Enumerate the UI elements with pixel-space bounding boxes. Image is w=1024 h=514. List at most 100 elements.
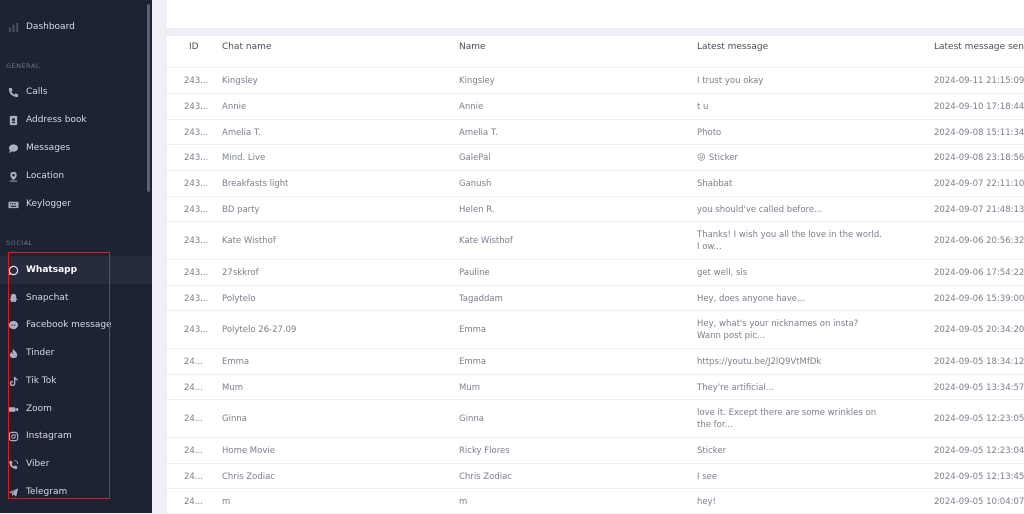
cell-latest-message: t u <box>697 102 709 112</box>
table-row[interactable]: 24... Emma Emma https://youtu.be/J2lQ9VtMfD… <box>167 348 1024 375</box>
cell-id: 243... <box>184 268 209 278</box>
cell-chat-name: 27skkrof <box>222 268 259 278</box>
top-panel <box>167 0 1024 28</box>
cell-chat-name: Mum <box>222 383 244 393</box>
table-row[interactable]: 24... Ginna Ginna love it. Except there are… <box>167 399 1024 438</box>
cell-chat-name: Home Movie <box>222 446 275 456</box>
sidebar-item-label: Tinder <box>26 348 55 358</box>
whatsapp-icon <box>8 265 19 276</box>
sidebar-item-snapchat[interactable]: Snapchat <box>0 284 152 312</box>
table-row[interactable]: 243... Polytelo 26-27.09 Emma Hey, what's y… <box>167 310 1024 349</box>
table-row[interactable]: 243... Breakfasts light Ganush Shabbat 2024-… <box>167 170 1024 197</box>
cell-chat-name: Emma <box>222 357 250 367</box>
cell-latest-message-sent: 2024-09-06 20:56:32 <box>934 236 1024 246</box>
cell-latest-message: Hey, what's your nicknames on insta? Wan… <box>697 319 859 341</box>
sidebar-item-whatsapp[interactable]: Whatsapp <box>0 256 152 284</box>
sidebar-item-address-book[interactable]: Address book <box>0 106 152 134</box>
cell-latest-message: Hey, does anyone have... <box>697 294 806 304</box>
cell-latest-message-sent: 2024-09-07 21:48:13 <box>934 205 1024 215</box>
sidebar-item-tik-tok[interactable]: Tik Tok <box>0 367 152 395</box>
sidebar-item-label: Tik Tok <box>26 376 57 386</box>
sidebar-item-label: Viber <box>26 459 50 469</box>
table-row[interactable]: 243... Kate Wisthof Kate Wisthof Thanks! I … <box>167 221 1024 260</box>
sidebar-item-label: Keylogger <box>26 199 71 209</box>
sidebar-item-keylogger[interactable]: Keylogger <box>0 190 152 218</box>
table-row[interactable]: 24... Mum Mum They're artificial... 2024-09-… <box>167 374 1024 400</box>
section-label-general: GENERAL <box>6 62 40 70</box>
cell-chat-name: Breakfasts light <box>222 179 289 189</box>
sidebar-item-instagram[interactable]: Instagram <box>0 422 152 450</box>
sidebar-item-label: Dashboard <box>26 22 75 32</box>
cell-name: Mum <box>459 383 481 393</box>
sidebar-item-messages[interactable]: Messages <box>0 134 152 162</box>
cell-id: 24... <box>184 383 203 393</box>
cell-latest-message: love it. Except there are some wrinkles … <box>697 408 877 430</box>
location-pin-icon <box>8 171 19 182</box>
cell-latest-message-sent: 2024-09-08 23:18:56 <box>934 153 1024 163</box>
cell-id: 24... <box>184 472 203 482</box>
cell-chat-name: Amelia T. <box>222 128 261 138</box>
table-row[interactable]: 24... m m hey! 2024-09-05 10:04:07 <box>167 488 1024 514</box>
sidebar-item-tinder[interactable]: Tinder <box>0 339 152 367</box>
sidebar-item-label: Telegram <box>26 487 68 497</box>
snapchat-icon <box>8 293 19 304</box>
cell-chat-name: m <box>222 497 231 507</box>
cell-name: Tagaddam <box>459 294 503 304</box>
viber-icon <box>8 459 19 470</box>
sidebar-item-dashboard[interactable]: Dashboard <box>0 13 152 41</box>
cell-name: Kate Wisthof <box>459 236 513 246</box>
column-header-chat-name[interactable]: Chat name <box>222 42 271 52</box>
chat-bubble-icon <box>8 143 19 154</box>
cell-chat-name: Ginna <box>222 414 247 424</box>
cell-chat-name: Polytelo 26-27.09 <box>222 325 297 335</box>
table-row[interactable]: 24... Chris Zodiac Chris Zodiac I see 2024-0… <box>167 463 1024 489</box>
cell-id: 243... <box>184 128 209 138</box>
messenger-icon <box>8 320 19 331</box>
sidebar-item-facebook-message[interactable]: Facebook message <box>0 311 152 339</box>
tinder-icon <box>8 348 19 359</box>
column-header-latest-message-sent[interactable]: Latest message sent <box>934 42 1024 52</box>
table-row[interactable]: 243... BD party Helen R. you should've call… <box>167 196 1024 222</box>
sidebar-item-calls[interactable]: Calls <box>0 78 152 106</box>
cell-latest-message-sent: 2024-09-07 22:11:10 <box>934 179 1024 189</box>
table-row[interactable]: 24... Home Movie Ricky Flores Sticker 2024-0… <box>167 437 1024 464</box>
table-row[interactable]: 243... Amelia T. Amelia T. Photo 2024-09-08 … <box>167 119 1024 145</box>
sidebar-item-zoom[interactable]: Zoom <box>0 395 152 423</box>
sidebar-item-location[interactable]: Location <box>0 162 152 190</box>
column-header-latest-message[interactable]: Latest message <box>697 42 768 52</box>
cell-latest-message-sent: 2024-09-10 17:18:44 <box>934 102 1024 112</box>
cell-id: 24... <box>184 446 203 456</box>
cell-name: Emma <box>459 325 487 335</box>
table-row[interactable]: 243... 27skkrof Pauline get well, sis 2024-0… <box>167 259 1024 286</box>
table-row[interactable]: 243... Polytelo Tagaddam Hey, does anyone h… <box>167 285 1024 311</box>
cell-latest-message-sent: 2024-09-05 12:23:05 <box>934 414 1024 424</box>
sidebar-item-label: Messages <box>26 143 71 153</box>
sidebar-item-viber[interactable]: Viber <box>0 450 152 478</box>
cell-id: 24... <box>184 497 203 507</box>
cell-id: 24... <box>184 357 203 367</box>
keyboard-icon <box>8 199 19 210</box>
table-row[interactable]: 243... Mind. Live GalePal 😜 Sticker 2024-09-0… <box>167 144 1024 171</box>
sidebar-item-telegram[interactable]: Telegram <box>0 478 152 506</box>
table-row[interactable]: 243... Kingsley Kingsley I trust you okay 20… <box>167 67 1024 94</box>
sidebar-item-label: Snapchat <box>26 293 69 303</box>
sidebar-item-label: Address book <box>26 115 87 125</box>
cell-latest-message: They're artificial... <box>697 383 774 393</box>
sidebar: Dashboard GENERAL Calls Address book Mes… <box>0 0 152 513</box>
cell-id: 243... <box>184 102 209 112</box>
cell-name: Ricky Flores <box>459 446 510 456</box>
cell-id: 243... <box>184 294 209 304</box>
column-header-id[interactable]: ID <box>189 42 199 52</box>
cell-chat-name: Polytelo <box>222 294 256 304</box>
cell-latest-message-sent: 2024-09-05 10:04:07 <box>934 497 1024 507</box>
cell-id: 243... <box>184 179 209 189</box>
cell-latest-message-sent: 2024-09-06 15:39:00 <box>934 294 1024 304</box>
cell-latest-message-sent: 2024-09-06 17:54:22 <box>934 268 1024 278</box>
table-row[interactable]: 243... Annie Annie t u 2024-09-10 17:18:44 <box>167 93 1024 120</box>
cell-name: Amelia T. <box>459 128 498 138</box>
cell-latest-message: Photo <box>697 128 722 138</box>
cell-id: 243... <box>184 236 209 246</box>
cell-name: Helen R. <box>459 205 495 215</box>
column-header-name[interactable]: Name <box>459 42 486 52</box>
cell-latest-message-sent: 2024-09-05 20:34:20 <box>934 325 1024 335</box>
